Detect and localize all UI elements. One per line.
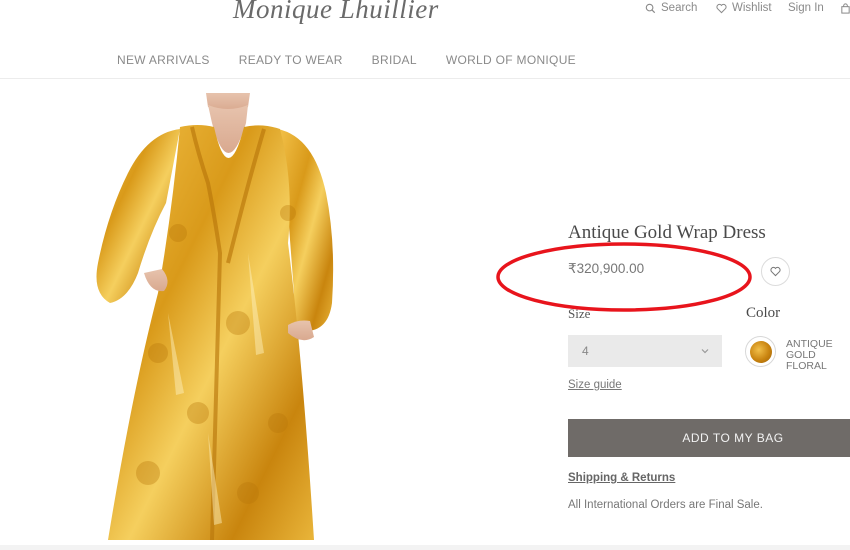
color-name: ANTIQUE GOLD FLORAL — [786, 339, 833, 372]
signin-label: Sign In — [788, 2, 824, 14]
brand-logo[interactable]: Monique Lhuillier — [233, 0, 439, 25]
nav-item-bridal[interactable]: BRIDAL — [372, 53, 417, 67]
add-to-bag-button[interactable]: ADD TO MY BAG — [568, 419, 850, 457]
color-swatch[interactable] — [745, 336, 776, 367]
wishlist-label: Wishlist — [732, 2, 772, 14]
nav-item-new-arrivals[interactable]: NEW ARRIVALS — [117, 53, 210, 67]
nav-item-world-of-monique[interactable]: WORLD OF MONIQUE — [446, 53, 576, 67]
size-value: 4 — [582, 344, 589, 358]
search-label: Search — [661, 2, 698, 14]
wishlist-link[interactable]: Wishlist — [716, 0, 772, 16]
search-link[interactable]: Search — [645, 0, 697, 16]
signin-link[interactable]: Sign In — [788, 0, 824, 16]
bag-link[interactable] — [840, 0, 850, 16]
bottom-strip — [0, 545, 850, 550]
product-image[interactable] — [88, 93, 348, 540]
add-to-wishlist-button[interactable] — [761, 257, 790, 286]
search-icon — [645, 3, 656, 13]
nav-item-ready-to-wear[interactable]: READY TO WEAR — [239, 53, 343, 67]
color-label: Color — [746, 305, 781, 321]
sale-note: All International Orders are Final Sale. — [568, 499, 763, 511]
header-divider — [0, 78, 850, 79]
swatch-fill — [749, 340, 772, 363]
size-guide-link[interactable]: Size guide — [568, 379, 622, 391]
shipping-returns-link[interactable]: Shipping & Returns — [568, 472, 675, 484]
main-nav: NEW ARRIVALS READY TO WEAR BRIDAL WORLD … — [117, 53, 576, 67]
heart-icon — [716, 3, 727, 13]
chevron-down-icon — [701, 349, 709, 354]
price-highlight-annotation — [496, 242, 752, 312]
bag-icon — [841, 2, 850, 14]
size-select[interactable]: 4 — [568, 335, 722, 367]
heart-icon — [770, 266, 781, 277]
size-label: Size — [568, 306, 591, 321]
